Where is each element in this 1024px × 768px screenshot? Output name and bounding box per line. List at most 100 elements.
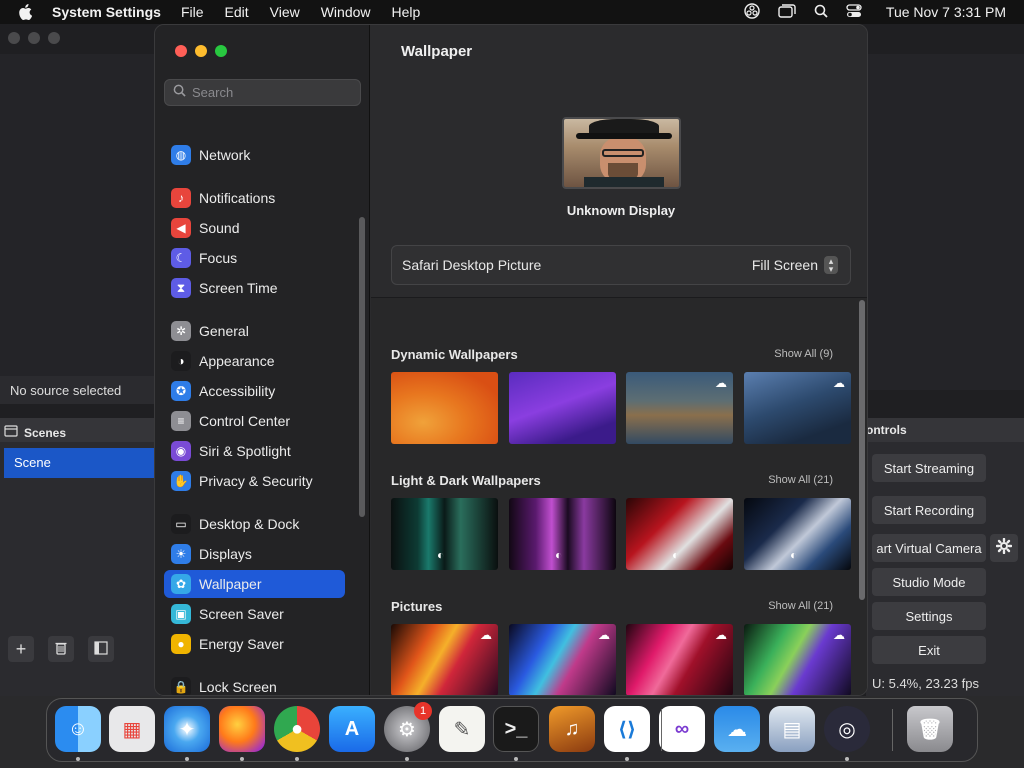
running-indicator	[405, 757, 409, 761]
close-button[interactable]	[175, 45, 187, 57]
sidebar-item-desktop-dock[interactable]: ▭ Desktop & Dock	[164, 510, 345, 538]
sidebar-item-label: Appearance	[199, 353, 275, 369]
sidebar-item-appearance[interactable]: ◑ Appearance	[164, 347, 345, 375]
search-field[interactable]	[164, 79, 361, 106]
no-source-label: No source selected	[0, 376, 160, 404]
dock-vscode-icon[interactable]: ⟨⟩	[604, 706, 650, 752]
dock-obs-icon[interactable]: ◎	[824, 706, 870, 752]
wallpaper-thumb[interactable]	[391, 372, 498, 444]
guitar-icon: ♫	[564, 717, 580, 740]
wallpaper-thumb[interactable]: ☁	[626, 624, 733, 695]
remove-scene-button[interactable]	[48, 636, 74, 662]
sidebar-item-sound[interactable]: ◀ Sound	[164, 214, 345, 242]
dock-visualstudio-icon[interactable]: ∞	[659, 706, 705, 752]
obs-minimize-button[interactable]	[28, 32, 40, 44]
obs-close-button[interactable]	[8, 32, 20, 44]
control-center-icon[interactable]	[846, 3, 862, 21]
dock-terminal-icon[interactable]: >_	[493, 706, 539, 752]
apple-logo-icon[interactable]	[18, 4, 38, 20]
sidebar-item-energy-saver[interactable]: ● Energy Saver	[164, 630, 345, 658]
search-input[interactable]	[192, 85, 352, 100]
dock-trash-icon[interactable]: 🗑	[907, 706, 953, 752]
sidebar-item-label: Energy Saver	[199, 636, 284, 652]
obs-status-icon[interactable]	[744, 2, 760, 22]
visualstudio-icon: ∞	[674, 717, 690, 740]
sidebar-item-wallpaper[interactable]: ✿ Wallpaper	[164, 570, 345, 598]
start-recording-button[interactable]: Start Recording	[872, 496, 986, 524]
sidebar-item-displays[interactable]: ☀ Displays	[164, 540, 345, 568]
sidebar-item-label: Sound	[199, 220, 240, 236]
scene-list-item[interactable]: Scene	[4, 448, 156, 478]
sidebar-item-label: Wallpaper	[199, 576, 262, 592]
dock-textedit-icon[interactable]: ✎	[439, 706, 485, 752]
obs-exit-button[interactable]: Exit	[872, 636, 986, 664]
wallpaper-thumb[interactable]: ◐	[744, 498, 851, 570]
virtual-camera-button[interactable]: art Virtual Camera	[872, 534, 986, 562]
sidebar-item-label: Notifications	[199, 190, 276, 206]
menu-edit[interactable]: Edit	[225, 4, 249, 20]
minimize-button[interactable]	[195, 45, 207, 57]
dock-launchpad-icon[interactable]: ▦	[109, 706, 155, 752]
wallpaper-thumb[interactable]: ☁	[744, 372, 851, 444]
display-preview-image[interactable]	[562, 117, 681, 189]
wallpaper-thumb[interactable]: ☁	[391, 624, 498, 695]
sidebar-item-control-center[interactable]: ≡ Control Center	[164, 407, 345, 435]
bell-icon: ♪	[171, 188, 191, 208]
sidebar-scrollbar[interactable]	[359, 217, 365, 517]
virtual-camera-settings-button[interactable]	[990, 534, 1018, 562]
search-icon[interactable]	[814, 4, 828, 21]
dock-preview-icon[interactable]: ▤	[769, 706, 815, 752]
sidebar-item-accessibility[interactable]: ✪ Accessibility	[164, 377, 345, 405]
sidebar-item-general[interactable]: ✲ General	[164, 317, 345, 345]
hourglass-icon: ⧗	[171, 278, 191, 298]
wallpaper-thumb[interactable]: ◐	[626, 498, 733, 570]
sidebar-item-privacy-security[interactable]: ✋ Privacy & Security	[164, 467, 345, 495]
start-streaming-button[interactable]: Start Streaming	[872, 454, 986, 482]
zoom-button[interactable]	[215, 45, 227, 57]
gallery-scrollbar[interactable]	[859, 300, 865, 600]
speaker-icon: ◀	[171, 218, 191, 238]
show-all-dynamic[interactable]: Show All (9)	[774, 348, 833, 360]
download-cloud-icon: ☁	[480, 628, 492, 642]
show-all-light-dark[interactable]: Show All (21)	[768, 474, 833, 486]
notification-badge: 1	[414, 702, 432, 720]
dock-finder-icon[interactable]: ☺	[55, 706, 101, 752]
controls-header: ontrols	[866, 418, 1024, 442]
wallpaper-thumb[interactable]: ☁	[744, 624, 851, 695]
show-all-pictures[interactable]: Show All (21)	[768, 600, 833, 612]
add-scene-button[interactable]: +	[8, 636, 34, 662]
sidebar-item-screen-saver[interactable]: ▣ Screen Saver	[164, 600, 345, 628]
dock-weather-icon[interactable]: ☁	[714, 706, 760, 752]
scene-filter-button[interactable]	[88, 636, 114, 662]
sidebar-item-network[interactable]: ◍ Network	[164, 141, 345, 169]
current-picture-name: Safari Desktop Picture	[402, 257, 542, 273]
sidebar-item-label: Focus	[199, 250, 238, 266]
dock-safari-icon[interactable]: ✦	[164, 706, 210, 752]
menu-window[interactable]: Window	[321, 4, 371, 20]
moon-icon: ☾	[171, 248, 191, 268]
fill-mode-popup[interactable]: Fill Screen ▴ ▾	[752, 256, 838, 274]
menu-app-name[interactable]: System Settings	[52, 4, 161, 20]
sidebar-item-siri-spotlight[interactable]: ◉ Siri & Spotlight	[164, 437, 345, 465]
dock-appstore-icon[interactable]: A	[329, 706, 375, 752]
dock-chrome-icon[interactable]: ●	[274, 706, 320, 752]
wallpaper-thumb[interactable]: ◐	[391, 498, 498, 570]
sidebar-item-focus[interactable]: ☾ Focus	[164, 244, 345, 272]
dock-guitar-icon[interactable]: ♫	[549, 706, 595, 752]
sidebar-item-notifications[interactable]: ♪ Notifications	[164, 184, 345, 212]
wallpaper-thumb[interactable]	[509, 372, 616, 444]
wallpaper-thumb[interactable]: ◐	[509, 498, 616, 570]
menu-file[interactable]: File	[181, 4, 204, 20]
menu-view[interactable]: View	[270, 4, 300, 20]
sidebar-item-lock-screen[interactable]: 🔒 Lock Screen	[164, 673, 345, 695]
obs-zoom-button[interactable]	[48, 32, 60, 44]
menu-help[interactable]: Help	[392, 4, 421, 20]
menu-clock[interactable]: Tue Nov 7 3:31 PM	[886, 4, 1006, 20]
wallpaper-thumb[interactable]: ☁	[509, 624, 616, 695]
wallpaper-thumb[interactable]: ☁	[626, 372, 733, 444]
sidebar-item-screen-time[interactable]: ⧗ Screen Time	[164, 274, 345, 302]
dock-firefox-icon[interactable]	[219, 706, 265, 752]
window-status-icon[interactable]	[778, 3, 796, 21]
obs-settings-button[interactable]: Settings	[872, 602, 986, 630]
studio-mode-button[interactable]: Studio Mode	[872, 568, 986, 596]
